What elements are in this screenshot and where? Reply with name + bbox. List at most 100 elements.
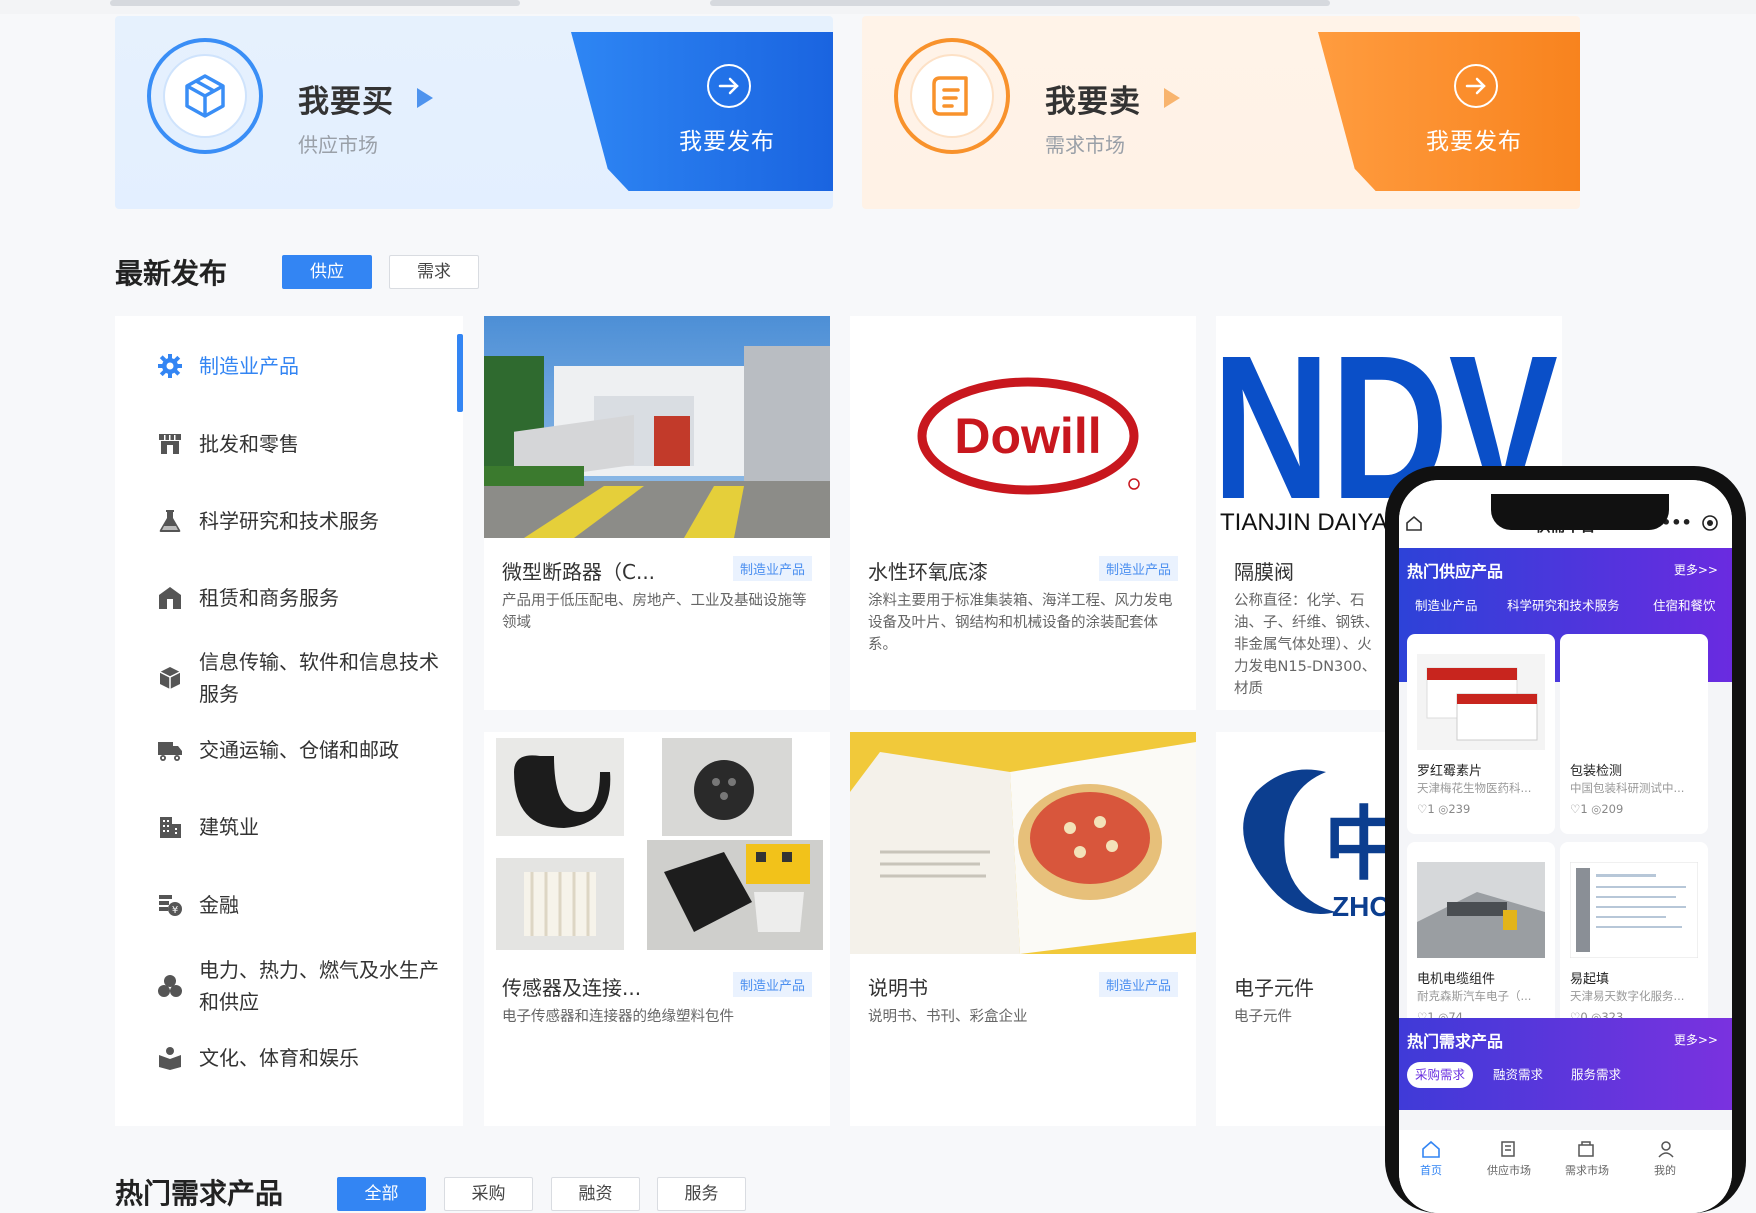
sidebar-item-wholesale[interactable]: 批发和零售 <box>157 428 299 460</box>
product-image-logo: Dowill <box>850 316 1196 538</box>
sidebar-item-label: 交通运输、仓储和邮政 <box>199 738 399 762</box>
phone-product-card[interactable]: 易起填 天津易天数字化服务... ♡0 ◎323 <box>1560 842 1708 1042</box>
sidebar-item-label: 电力、热力、燃气及水生产和供应 <box>199 958 439 1014</box>
culture-icon <box>157 1045 183 1071</box>
phone-notch <box>1491 494 1669 530</box>
product-desc: 涂料主要用于标准集装箱、海洋工程、风力发电设备及叶片、钢结构和机械设备的涂装配套… <box>868 593 1173 653</box>
product-image-parts <box>484 732 830 954</box>
phone-hot-demand-title: 热门需求产品 <box>1407 1032 1504 1051</box>
truck-icon <box>157 737 183 763</box>
category-sidebar: 制造业产品 批发和零售 科学研究和技术服务 租赁和商务服务 信息传输、软件和信息… <box>115 316 463 1126</box>
eye-icon: ◎ <box>1591 802 1602 816</box>
phone-product-name: 电机电缆组件 <box>1417 972 1496 987</box>
product-image-booklet <box>850 732 1196 954</box>
buy-banner[interactable]: 我要买 供应市场 我要发布 <box>115 16 833 209</box>
sidebar-item-transport[interactable]: 交通运输、仓储和邮政 <box>157 734 399 766</box>
phone-product-image <box>1417 862 1545 958</box>
product-name: 微型断路器（C... <box>502 560 656 584</box>
document-icon <box>932 76 968 116</box>
product-tag: 制造业产品 <box>1098 972 1178 997</box>
phone-category-tab[interactable]: 科学研究和技术服务 <box>1507 595 1620 614</box>
svg-text:¥: ¥ <box>172 905 178 916</box>
buy-ring <box>147 38 263 154</box>
product-tag: 制造业产品 <box>1098 556 1178 581</box>
product-tag: 制造业产品 <box>732 556 812 581</box>
buy-title: 我要买 <box>298 84 394 120</box>
sidebar-item-label: 租赁和商务服务 <box>199 586 339 610</box>
sidebar-item-label: 文化、体育和娱乐 <box>199 1046 359 1070</box>
phone-product-image <box>1417 654 1545 750</box>
phone-product-name: 罗红霉素片 <box>1417 764 1483 779</box>
sidebar-item-leasing[interactable]: 租赁和商务服务 <box>157 582 339 614</box>
sell-publish-button[interactable]: 我要发布 <box>1318 32 1580 191</box>
sidebar-item-label: 批发和零售 <box>199 432 299 456</box>
product-card[interactable]: 传感器及连接... 制造业产品 电子传感器和连接器的绝缘塑料包件 <box>484 732 830 1126</box>
buy-publish-button[interactable]: 我要发布 <box>571 32 833 191</box>
product-name: 水性环氧底漆 <box>868 560 988 584</box>
sidebar-item-label: 制造业产品 <box>199 354 299 378</box>
arrow-right-circle-icon <box>707 64 751 108</box>
phone-product-image <box>1569 861 1699 959</box>
phone-tab-demand[interactable]: 需求市场 <box>1557 1162 1617 1178</box>
tab-purchase[interactable]: 采购 <box>444 1177 533 1211</box>
sidebar-item-energy[interactable]: 电力、热力、燃气及水生产和供应 <box>157 954 447 1018</box>
demand-chip-financing[interactable]: 融资需求 <box>1485 1062 1551 1088</box>
tab-service[interactable]: 服务 <box>657 1177 746 1211</box>
phone-tab-mine[interactable]: 我的 <box>1635 1162 1695 1178</box>
phone-mockup: 供需平台 ••• 热门供应产品 更多>> 制造业产品 科学研究和技术服务 住宿和… <box>1385 466 1746 1213</box>
record-icon[interactable] <box>1701 514 1719 532</box>
product-desc: 产品用于低压配电、房地产、工业及基础设施等领域 <box>502 593 807 631</box>
sell-ring <box>894 38 1010 154</box>
phone-screen: 供需平台 ••• 热门供应产品 更多>> 制造业产品 科学研究和技术服务 住宿和… <box>1399 480 1732 1213</box>
phone-product-card[interactable]: 罗红霉素片 天津梅花生物医药科... ♡1 ◎239 <box>1407 634 1555 834</box>
phone-category-tab[interactable]: 制造业产品 <box>1415 595 1478 614</box>
phone-product-company: 耐克森斯汽车电子（... <box>1417 989 1532 1003</box>
hot-supply-more-link[interactable]: 更多>> <box>1674 561 1718 578</box>
tab-demand[interactable]: 需求 <box>389 255 479 289</box>
top-strip <box>0 0 1756 14</box>
phone-product-image <box>1570 654 1698 750</box>
sell-triangle-icon <box>1164 88 1180 108</box>
tab-all[interactable]: 全部 <box>337 1177 426 1211</box>
cube-icon <box>157 665 183 691</box>
phone-tab-home[interactable]: 首页 <box>1401 1162 1461 1178</box>
box-icon <box>185 74 225 118</box>
sidebar-item-manufacturing[interactable]: 制造业产品 <box>157 350 299 382</box>
heart-icon: ♡ <box>1417 802 1428 816</box>
sidebar-scrollbar[interactable] <box>457 334 463 412</box>
phone-category-tab[interactable]: 住宿和餐饮 <box>1653 595 1716 614</box>
hot-demand-more-link[interactable]: 更多>> <box>1674 1031 1718 1048</box>
phone-product-card[interactable]: 电机电缆组件 耐克森斯汽车电子（... ♡1 ◎74 <box>1407 842 1555 1042</box>
phone-product-name: 易起填 <box>1570 972 1610 987</box>
house-icon <box>157 585 183 611</box>
product-card[interactable]: 微型断路器（C... 制造业产品 产品用于低压配电、房地产、工业及基础设施等领域 <box>484 316 830 710</box>
sell-banner[interactable]: 我要卖 需求市场 我要发布 <box>862 16 1580 209</box>
demand-chip-purchase[interactable]: 采购需求 <box>1407 1062 1474 1088</box>
product-desc: 公称直径：化学、石油、子、纤维、钢铁、非金属气体处理）、火力发电N15-DN30… <box>1234 593 1379 697</box>
product-name: 传感器及连接... <box>502 976 642 1000</box>
product-name: 说明书 <box>868 976 928 1000</box>
phone-tab-supply[interactable]: 供应市场 <box>1479 1162 1539 1178</box>
tab-supply[interactable]: 供应 <box>282 255 372 289</box>
product-card[interactable]: 说明书 制造业产品 说明书、书刊、彩盒企业 <box>850 732 1196 1126</box>
tab-financing[interactable]: 融资 <box>551 1177 640 1211</box>
hot-demand-title: 热门需求产品 <box>115 1177 284 1210</box>
sidebar-item-it[interactable]: 信息传输、软件和信息技术服务 <box>157 646 447 710</box>
sidebar-item-label: 金融 <box>199 893 239 917</box>
demand-chip-service[interactable]: 服务需求 <box>1563 1062 1629 1088</box>
sell-title: 我要卖 <box>1045 84 1141 120</box>
product-image-factory <box>484 316 830 538</box>
sidebar-item-finance[interactable]: ¥ 金融 <box>157 889 239 921</box>
sidebar-item-culture[interactable]: 文化、体育和娱乐 <box>157 1042 359 1074</box>
buy-subtitle: 供应市场 <box>298 133 378 157</box>
phone-product-stats: ♡1 ◎209 <box>1570 802 1624 816</box>
product-card[interactable]: Dowill 水性环氧底漆 制造业产品 涂料主要用于标准集装箱、海洋工程、风力发… <box>850 316 1196 710</box>
phone-product-card[interactable]: 包装检测 中国包装科研测试中... ♡1 ◎209 <box>1560 634 1708 834</box>
sidebar-item-construction[interactable]: 建筑业 <box>157 811 259 843</box>
home-tab-icon <box>1422 1140 1440 1158</box>
phone-product-company: 中国包装科研测试中... <box>1570 781 1685 795</box>
product-tag: 制造业产品 <box>732 972 812 997</box>
latest-title: 最新发布 <box>115 257 228 290</box>
sidebar-item-science[interactable]: 科学研究和技术服务 <box>157 505 379 537</box>
product-name: 电子元件 <box>1234 976 1314 1000</box>
